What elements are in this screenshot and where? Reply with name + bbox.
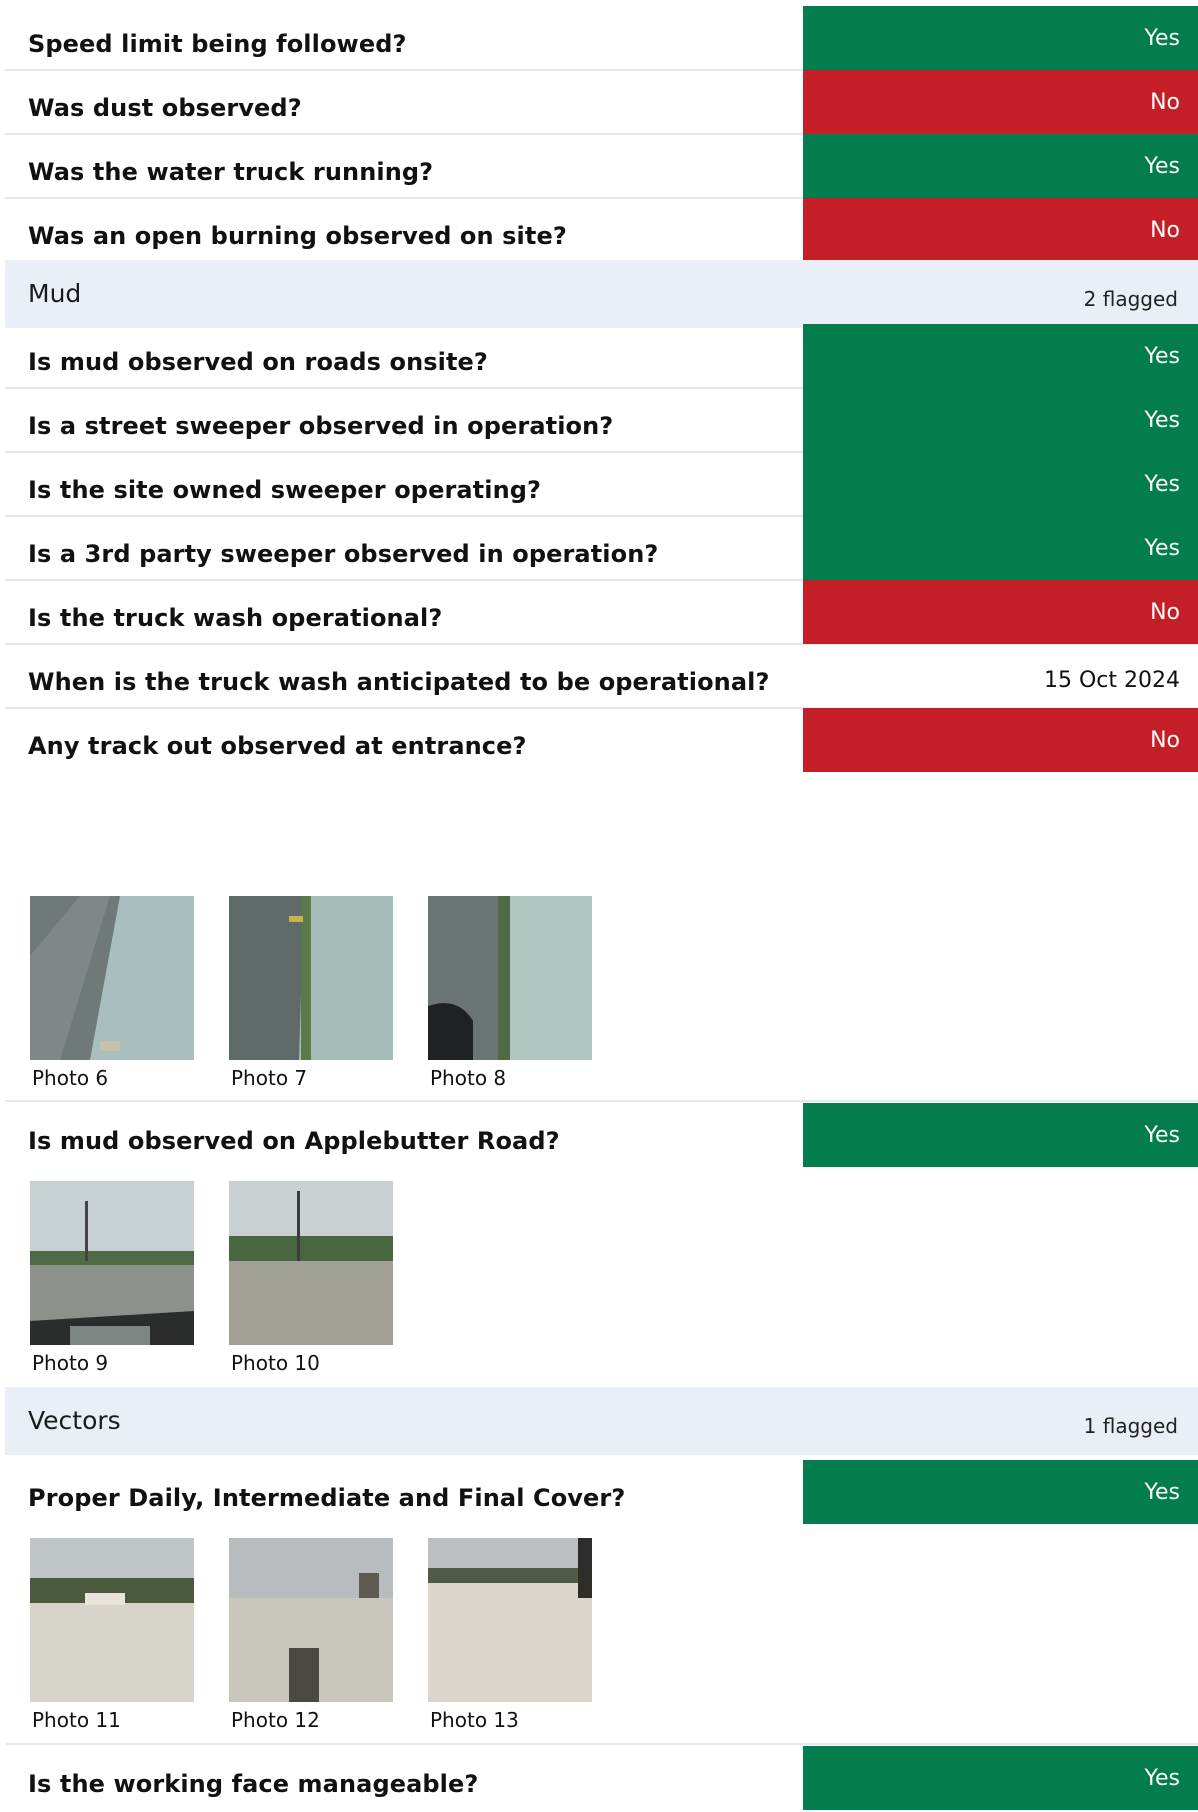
photo-image[interactable] <box>428 896 592 1060</box>
answer-badge-yes: Yes <box>803 452 1198 516</box>
photo-caption: Photo 9 <box>32 1351 109 1375</box>
photo-thumbnail[interactable]: Photo 11 <box>30 1538 194 1732</box>
question-row: Is the site owned sweeper operating? Yes <box>5 451 1198 517</box>
section-title: Vectors <box>28 1406 121 1435</box>
question-text: Proper Daily, Intermediate and Final Cov… <box>28 1484 626 1512</box>
question-text: Any track out observed at entrance? <box>28 732 527 760</box>
photo-caption: Photo 13 <box>430 1708 519 1732</box>
photo-caption: Photo 12 <box>231 1708 320 1732</box>
question-row: Is mud observed on roads onsite? Yes <box>5 323 1198 389</box>
question-text: Is a 3rd party sweeper observed in opera… <box>28 540 659 568</box>
photo-thumbnail[interactable]: Photo 6 <box>30 896 194 1090</box>
question-text: When is the truck wash anticipated to be… <box>28 668 770 696</box>
photo-caption: Photo 6 <box>32 1066 109 1090</box>
inspection-report-page: Speed limit being followed? Yes Was dust… <box>0 0 1198 1812</box>
photo-thumbnail[interactable]: Photo 8 <box>428 896 592 1090</box>
photo-image[interactable] <box>30 1538 194 1702</box>
question-row: When is the truck wash anticipated to be… <box>5 643 1198 709</box>
photo-caption: Photo 7 <box>231 1066 308 1090</box>
question-row: Was an open burning observed on site? No <box>5 197 1198 263</box>
photo-image[interactable] <box>229 1181 393 1345</box>
photo-caption: Photo 10 <box>231 1351 320 1375</box>
photo-thumbnail[interactable]: Photo 12 <box>229 1538 393 1732</box>
answer-badge-yes: Yes <box>803 1746 1198 1810</box>
photo-thumbnail[interactable]: Photo 10 <box>229 1181 393 1375</box>
flagged-count: 1 flagged <box>1083 1414 1178 1438</box>
question-row: Speed limit being followed? Yes <box>5 5 1198 71</box>
photo-image[interactable] <box>30 896 194 1060</box>
photo-image[interactable] <box>30 1181 194 1345</box>
answer-badge-yes: Yes <box>803 388 1198 452</box>
photo-image[interactable] <box>428 1538 592 1702</box>
question-row: Is a 3rd party sweeper observed in opera… <box>5 515 1198 581</box>
question-text: Was an open burning observed on site? <box>28 222 567 250</box>
question-row: Is mud observed on Applebutter Road? Yes <box>5 1102 1198 1168</box>
answer-date: 15 Oct 2024 <box>1043 668 1180 693</box>
answer-badge-yes: Yes <box>803 1103 1198 1167</box>
question-text: Is the site owned sweeper operating? <box>28 476 542 504</box>
question-text: Was the water truck running? <box>28 158 434 186</box>
answer-badge-no: No <box>803 580 1198 644</box>
question-row: Is a street sweeper observed in operatio… <box>5 387 1198 453</box>
question-row: Is the working face manageable? Yes <box>5 1745 1198 1811</box>
question-text: Is the truck wash operational? <box>28 604 443 632</box>
section-title: Mud <box>28 279 82 308</box>
answer-badge-no: No <box>803 198 1198 262</box>
question-text: Is mud observed on roads onsite? <box>28 348 488 376</box>
question-row: Proper Daily, Intermediate and Final Cov… <box>5 1459 1198 1525</box>
section-header-mud: Mud 2 flagged <box>5 260 1198 328</box>
photo-thumbnail[interactable]: Photo 7 <box>229 896 393 1090</box>
question-row: Is the truck wash operational? No <box>5 579 1198 645</box>
question-text: Is a street sweeper observed in operatio… <box>28 412 614 440</box>
flagged-count: 2 flagged <box>1083 287 1178 311</box>
question-row: Was the water truck running? Yes <box>5 133 1198 199</box>
answer-badge-no: No <box>803 70 1198 134</box>
question-text: Is the working face manageable? <box>28 1770 479 1798</box>
section-header-vectors: Vectors 1 flagged <box>5 1387 1198 1455</box>
question-text: Was dust observed? <box>28 94 302 122</box>
photo-caption: Photo 8 <box>430 1066 507 1090</box>
question-row: Was dust observed? No <box>5 69 1198 135</box>
question-row: Any track out observed at entrance? No <box>5 707 1198 773</box>
photo-caption: Photo 11 <box>32 1708 121 1732</box>
answer-badge-yes: Yes <box>803 516 1198 580</box>
photo-thumbnail[interactable]: Photo 9 <box>30 1181 194 1375</box>
photo-image[interactable] <box>229 896 393 1060</box>
answer-badge-yes: Yes <box>803 1460 1198 1524</box>
question-text: Speed limit being followed? <box>28 30 407 58</box>
question-text: Is mud observed on Applebutter Road? <box>28 1127 560 1155</box>
answer-badge-yes: Yes <box>803 324 1198 388</box>
photo-thumbnail[interactable]: Photo 13 <box>428 1538 592 1732</box>
answer-badge-yes: Yes <box>803 134 1198 198</box>
answer-badge-yes: Yes <box>803 6 1198 70</box>
answer-badge-no: No <box>803 708 1198 772</box>
photo-image[interactable] <box>229 1538 393 1702</box>
